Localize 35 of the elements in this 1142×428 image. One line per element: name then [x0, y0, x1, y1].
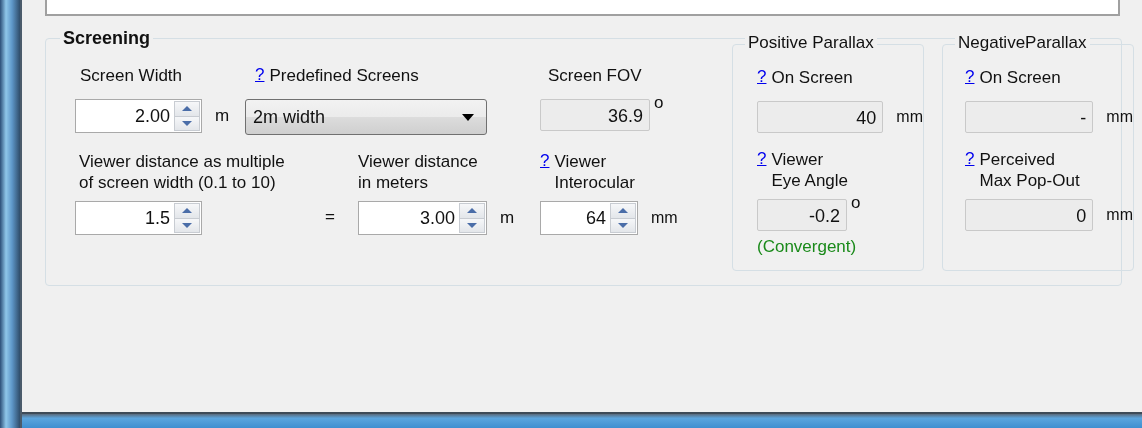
help-link[interactable]: ?	[757, 149, 767, 169]
readonly-field: -0.2	[757, 199, 847, 231]
readonly-field: -	[965, 101, 1094, 133]
readonly-field: 36.9	[540, 99, 650, 131]
field-label: Predefined Screens	[269, 65, 419, 86]
help-link[interactable]: ?	[965, 67, 975, 87]
dropdown-arrow-icon	[462, 113, 474, 121]
field-label: Screen Width	[79, 65, 184, 87]
equals-sign: =	[325, 207, 335, 227]
help-link[interactable]: ?	[540, 151, 550, 171]
unit-label: m	[500, 208, 515, 228]
unit-label: mm	[1106, 108, 1133, 126]
field-label: Viewer distance in meters	[358, 151, 479, 194]
unit-label: o	[654, 93, 664, 113]
unit-label: mm	[1106, 206, 1133, 224]
field-label: Viewer Eye Angle	[771, 149, 849, 191]
field-label: Screen FOV	[547, 65, 643, 87]
field-label: Viewer Interocular	[554, 151, 635, 193]
unit-label: mm	[896, 108, 923, 126]
field-label: On Screen	[771, 67, 853, 88]
unit-label: m	[215, 106, 230, 126]
field-label: Perceived Max Pop-Out	[979, 149, 1080, 191]
status-note: (Convergent)	[757, 237, 858, 257]
field-label: On Screen	[979, 67, 1061, 88]
help-link[interactable]: ?	[757, 67, 767, 87]
field-label: Viewer distance as multiple of screen width (0.1 to 10)	[78, 151, 286, 194]
unit-label: mm	[651, 209, 678, 227]
help-link[interactable]: ?	[255, 65, 265, 85]
screen-dropdown[interactable]: 2m width	[245, 99, 487, 135]
unit-label: o	[851, 193, 861, 213]
group-title: Screening	[60, 28, 154, 49]
readonly-field: 40	[757, 101, 884, 133]
help-link[interactable]: ?	[965, 149, 975, 169]
group-title: NegativeParallax	[955, 33, 1090, 53]
readonly-field: 0	[965, 199, 1094, 231]
